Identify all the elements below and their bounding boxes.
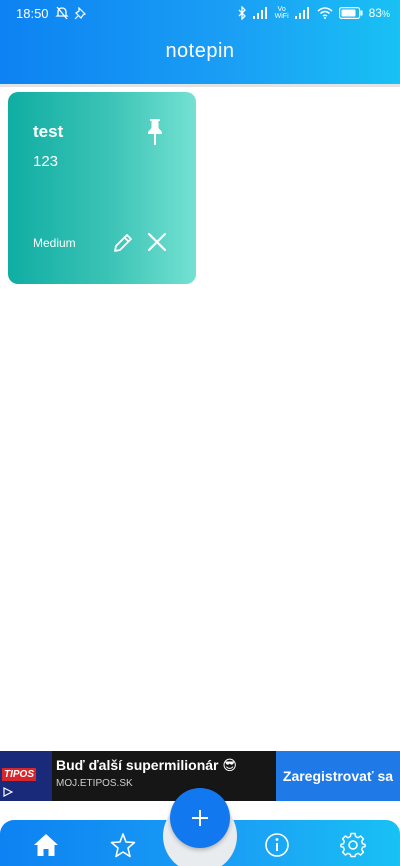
ad-cta-button[interactable]: Zaregistrovať sa bbox=[276, 751, 400, 801]
ad-headline: Buď ďalší supermilionár 😎 bbox=[56, 757, 237, 773]
signal-2-icon bbox=[294, 7, 309, 19]
status-time: 18:50 bbox=[16, 5, 49, 21]
battery-percent: 83% bbox=[368, 6, 390, 20]
ad-logo-text: TIPOS bbox=[2, 768, 37, 781]
ad-logo[interactable]: TIPOS bbox=[0, 751, 52, 801]
ad-url: MOJ.ETIPOS.SK bbox=[56, 778, 133, 789]
header-divider bbox=[0, 84, 400, 87]
app-title: notepin bbox=[165, 40, 235, 62]
wifi-icon bbox=[317, 7, 333, 19]
ad-text[interactable]: Buď ďalší supermilionár 😎 MOJ.ETIPOS.SK bbox=[52, 751, 276, 801]
home-icon[interactable] bbox=[33, 832, 59, 858]
volte-label: Vo WiFi bbox=[274, 6, 289, 20]
gear-icon[interactable] bbox=[340, 832, 366, 858]
info-icon[interactable] bbox=[264, 832, 290, 858]
pin-icon[interactable] bbox=[146, 118, 164, 146]
ad-choices-icon[interactable] bbox=[3, 787, 13, 797]
bluetooth-icon bbox=[238, 6, 246, 20]
status-bar: 18:50 Vo WiFi 83% bbox=[0, 0, 400, 26]
delete-icon[interactable] bbox=[148, 233, 166, 251]
plus-icon bbox=[192, 810, 208, 826]
app-header: 18:50 Vo WiFi 83% notepin bbox=[0, 0, 400, 84]
note-priority: Medium bbox=[33, 236, 76, 250]
note-body: 123 bbox=[33, 153, 59, 170]
star-icon[interactable] bbox=[110, 832, 136, 858]
edit-icon[interactable] bbox=[112, 232, 134, 254]
pin-status-icon bbox=[74, 6, 86, 19]
note-card[interactable]: test 123 Medium bbox=[8, 92, 196, 284]
note-title: test bbox=[33, 122, 64, 141]
alarm-off-icon bbox=[54, 6, 69, 20]
add-note-button[interactable] bbox=[170, 788, 230, 848]
signal-icon bbox=[252, 7, 267, 19]
battery-icon bbox=[338, 7, 363, 19]
